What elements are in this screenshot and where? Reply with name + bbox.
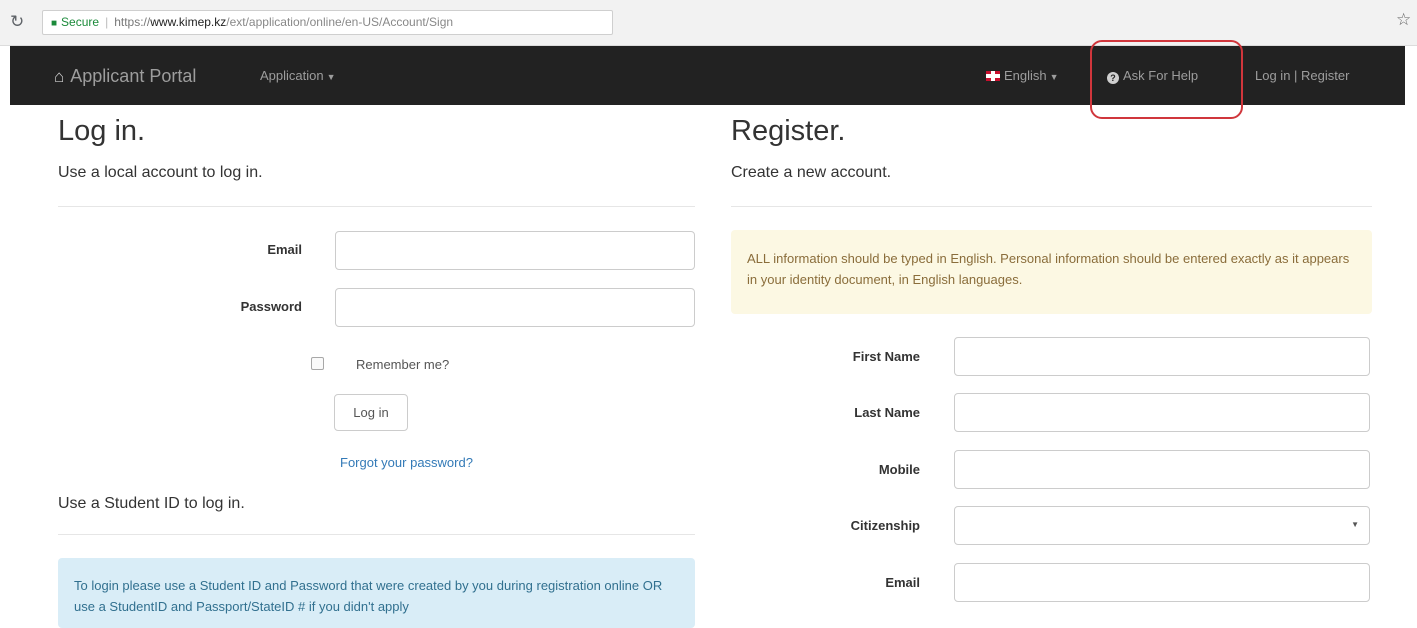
login-register-link[interactable]: Log in | Register [1255, 67, 1349, 85]
brand-link[interactable]: ⌂ Applicant Portal [54, 65, 196, 88]
remember-me-checkbox[interactable] [311, 357, 324, 370]
application-menu[interactable]: Application ▼ [260, 67, 336, 86]
url-separator: | [105, 15, 109, 29]
last-name-input[interactable] [954, 393, 1370, 432]
top-navbar: ⌂ Applicant Portal Application ▼ English ▼ … [10, 40, 1405, 119]
url-host: www.kimep.kz [150, 15, 227, 29]
application-menu-label: Application [260, 68, 324, 83]
login-password-label: Password [240, 299, 302, 314]
url-scheme: https:// [114, 15, 151, 29]
browser-address-bar: ↻ ■ Secure | https://www.kimep.kz/ext/appli… [0, 0, 1417, 46]
login-subtitle: Use a local account to log in. [58, 164, 263, 181]
uk-flag-icon [986, 71, 1000, 81]
url-input[interactable]: ■ Secure | https://www.kimep.kz/ext/applica… [42, 10, 613, 35]
first-name-input[interactable] [954, 337, 1370, 376]
register-email-label: Email [885, 575, 920, 590]
register-title: Register. [731, 115, 846, 147]
language-menu[interactable]: English ▼ [986, 67, 1059, 86]
citizenship-select[interactable]: ▼ [954, 506, 1370, 545]
remember-me-label: Remember me? [356, 357, 450, 372]
bookmark-star-icon[interactable]: ☆ [1396, 10, 1411, 30]
question-circle-icon: ? [1107, 72, 1119, 84]
register-email-input[interactable] [954, 563, 1370, 602]
login-title: Log in. [58, 115, 146, 147]
url-path: /ext/application/online/en-US/Account/Si… [226, 15, 454, 29]
caret-down-icon: ▼ [1049, 72, 1059, 82]
caret-down-icon: ▼ [326, 72, 336, 82]
register-subtitle: Create a new account. [731, 164, 892, 181]
select-caret-icon: ▼ [1351, 520, 1359, 529]
lock-icon: ■ [51, 18, 58, 29]
home-icon: ⌂ [54, 67, 65, 86]
ask-for-help-label: Ask For Help [1123, 68, 1199, 83]
login-email-input[interactable] [335, 231, 695, 270]
student-id-subtitle: Use a Student ID to log in. [58, 495, 245, 512]
secure-label: Secure [61, 15, 100, 29]
mobile-input[interactable] [954, 450, 1370, 489]
login-password-input[interactable] [335, 288, 695, 327]
student-id-info-alert: To login please use a Student ID and Pas… [58, 558, 695, 628]
citizenship-label: Citizenship [850, 518, 920, 533]
first-name-label: First Name [852, 349, 920, 364]
login-email-label: Email [267, 242, 302, 257]
language-label: English [1004, 68, 1047, 83]
mobile-label: Mobile [878, 462, 920, 477]
divider [731, 206, 1372, 207]
english-notice-alert: ALL information should be typed in Engli… [731, 230, 1372, 314]
ask-for-help-link[interactable]: ? Ask For Help [1107, 67, 1198, 85]
forgot-password-link[interactable]: Forgot your password? [340, 455, 473, 471]
divider [58, 534, 695, 535]
divider [58, 206, 695, 207]
reload-icon[interactable]: ↻ [10, 13, 24, 31]
brand-label: Applicant Portal [70, 66, 197, 86]
login-button[interactable]: Log in [334, 394, 408, 431]
last-name-label: Last Name [854, 405, 920, 420]
